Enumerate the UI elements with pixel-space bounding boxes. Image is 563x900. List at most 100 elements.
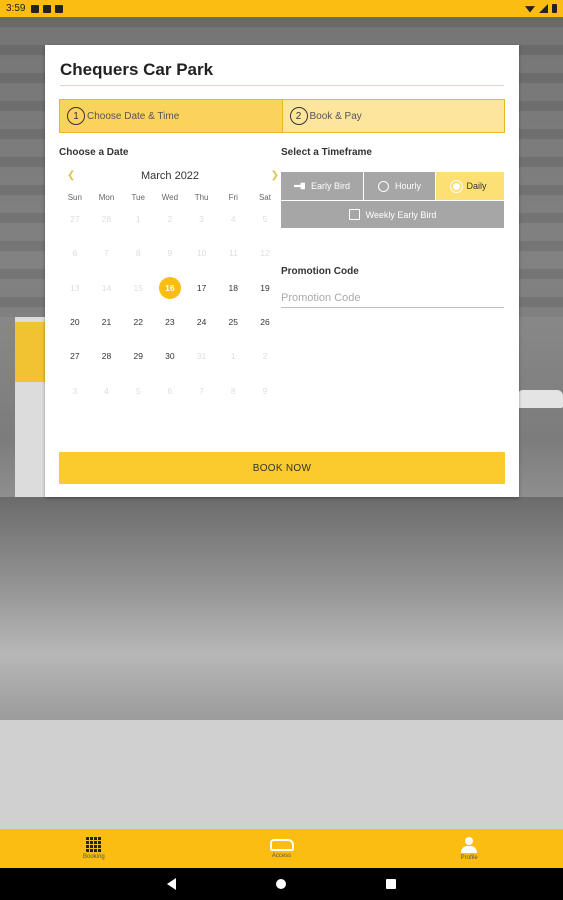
- pillar-stripe: [15, 322, 49, 382]
- timeframe-hourly[interactable]: Hourly: [364, 172, 436, 200]
- calendar-day[interactable]: 22: [122, 317, 154, 327]
- nav-access[interactable]: Access: [188, 829, 376, 868]
- calendar-day-number: 5: [135, 385, 141, 396]
- weekday-label: Thu: [194, 193, 209, 202]
- calendar-day[interactable]: 21: [91, 317, 123, 327]
- calendar-day-number: 18: [228, 282, 239, 293]
- calendar-day[interactable]: 17: [186, 283, 218, 293]
- calendar-day[interactable]: 30: [154, 351, 186, 361]
- calendar-day-number: 8: [230, 385, 236, 396]
- nav-profile[interactable]: Profile: [375, 829, 563, 868]
- calendar-week: 13 14 15 16 17 18 19: [59, 271, 281, 305]
- calendar-day-number: 1: [230, 351, 236, 362]
- calendar-day[interactable]: 23: [154, 317, 186, 327]
- calendar-day-number: 7: [199, 385, 204, 396]
- calendar-day-number: 20: [70, 317, 80, 328]
- calendar-day: 9: [249, 386, 281, 396]
- calendar-day: 1: [217, 351, 249, 361]
- calendar-day-number: 2: [262, 351, 268, 362]
- calendar-week: 27 28 29 30 31 1 2: [59, 339, 281, 373]
- calendar-day: 4: [91, 386, 123, 396]
- step-label: Choose Date & Time: [87, 110, 180, 122]
- nav-label: Profile: [460, 854, 478, 861]
- calendar-day-number: 3: [72, 385, 78, 396]
- calendar-grid: 27 28 1 2 3 4 5 6 7 8 9 10 11 12 13 14 15 16 17 18 19 20 21 22 2…: [59, 202, 281, 408]
- calendar-day-number: 25: [228, 317, 239, 328]
- calendar-day-number: 12: [260, 248, 270, 259]
- calendar-day-number: 23: [165, 317, 175, 328]
- calendar-day: 8: [122, 248, 154, 258]
- date-picker-calendar: ❮ March 2022 ❯ Sun Mon Tue Wed Thu Fri S…: [59, 165, 281, 408]
- calendar-day[interactable]: 19: [249, 283, 281, 293]
- calendar-day: 8: [217, 386, 249, 396]
- bottom-navigation: Booking Access Profile: [0, 829, 563, 868]
- calendar-day-number: 10: [196, 248, 207, 259]
- timeframe-early-bird[interactable]: Early Bird: [281, 172, 364, 200]
- calendar-day[interactable]: 20: [59, 317, 91, 327]
- chevron-right-icon[interactable]: ❯: [271, 165, 279, 187]
- calendar-week: 27 28 1 2 3 4 5: [59, 202, 281, 236]
- status-time: 3:59: [6, 3, 26, 14]
- calendar-day: 13: [59, 283, 91, 293]
- calendar-day-number: 28: [101, 214, 112, 225]
- calendar-day[interactable]: 18: [217, 283, 249, 293]
- status-bar: 3:59: [0, 0, 563, 17]
- back-icon[interactable]: [167, 878, 176, 890]
- calendar-day: 5: [249, 214, 281, 224]
- book-now-button[interactable]: BOOK NOW: [59, 452, 505, 484]
- weekday-label: Mon: [98, 193, 115, 202]
- timeframe-weekly-early-bird[interactable]: Weekly Early Bird: [281, 200, 504, 228]
- chevron-left-icon[interactable]: ❮: [67, 165, 75, 187]
- calendar-day-number: 14: [101, 282, 112, 293]
- calendar-day-number: 22: [133, 317, 143, 328]
- calendar-day-number: 6: [167, 385, 173, 396]
- nav-label: Access: [271, 852, 292, 859]
- app-notification-icon: [43, 4, 52, 13]
- step-book-pay[interactable]: 2 Book & Pay: [281, 100, 504, 132]
- calendar-day-number: 9: [262, 385, 268, 396]
- floor: [0, 497, 563, 722]
- title-divider: [60, 85, 504, 86]
- nav-booking[interactable]: Booking: [0, 829, 188, 868]
- weekday-label: Sun: [67, 193, 82, 202]
- clock-icon: [377, 180, 389, 192]
- recent-apps-icon[interactable]: [386, 879, 396, 889]
- calendar-day-number: 6: [72, 248, 78, 259]
- calendar-day-number: 13: [70, 282, 80, 293]
- weekday-label: Fri: [228, 193, 238, 202]
- calendar-icon: [348, 209, 360, 220]
- weekday-label: Tue: [131, 193, 145, 202]
- calendar-day: 15: [122, 283, 154, 293]
- promotion-code-input[interactable]: [281, 288, 504, 308]
- timeframe-label: Daily: [466, 181, 487, 191]
- step-choose-date-time[interactable]: 1 Choose Date & Time: [60, 100, 282, 132]
- calendar-day[interactable]: 24: [186, 317, 218, 327]
- calendar-day[interactable]: 26: [249, 317, 281, 327]
- timeframe-daily[interactable]: Daily: [436, 172, 504, 200]
- calendar-day: 9: [154, 248, 186, 258]
- calendar-day-number: 1: [135, 214, 141, 225]
- calendar-day-number: 2: [167, 214, 173, 225]
- calendar-day-number: 21: [101, 317, 112, 328]
- calendar-day-number: 17: [196, 282, 207, 293]
- home-icon[interactable]: [276, 879, 286, 889]
- calendar-day-number: 16: [158, 276, 181, 299]
- step-number: 1: [67, 107, 85, 125]
- calendar-day[interactable]: 25: [217, 317, 249, 327]
- calendar-day: 7: [91, 248, 123, 258]
- timeframe-selector: Early Bird Hourly Daily Weekly Early Bir…: [281, 172, 504, 228]
- calendar-day-number: 27: [70, 214, 80, 225]
- calendar-day: 3: [186, 214, 218, 224]
- car-icon: [269, 838, 294, 851]
- calendar-day: 2: [249, 351, 281, 361]
- calendar-day[interactable]: 28: [91, 351, 123, 361]
- calendar-day-selected[interactable]: 16: [154, 276, 186, 299]
- calendar-day-number: 30: [165, 351, 175, 362]
- calendar-day: 14: [91, 283, 123, 293]
- step-label: Book & Pay: [309, 110, 362, 122]
- calendar-day[interactable]: 27: [59, 351, 91, 361]
- calendar-week: 20 21 22 23 24 25 26: [59, 305, 281, 339]
- calendar-month-label: March 2022: [140, 170, 200, 182]
- select-timeframe-label: Select a Timeframe: [281, 147, 372, 158]
- calendar-day[interactable]: 29: [122, 351, 154, 361]
